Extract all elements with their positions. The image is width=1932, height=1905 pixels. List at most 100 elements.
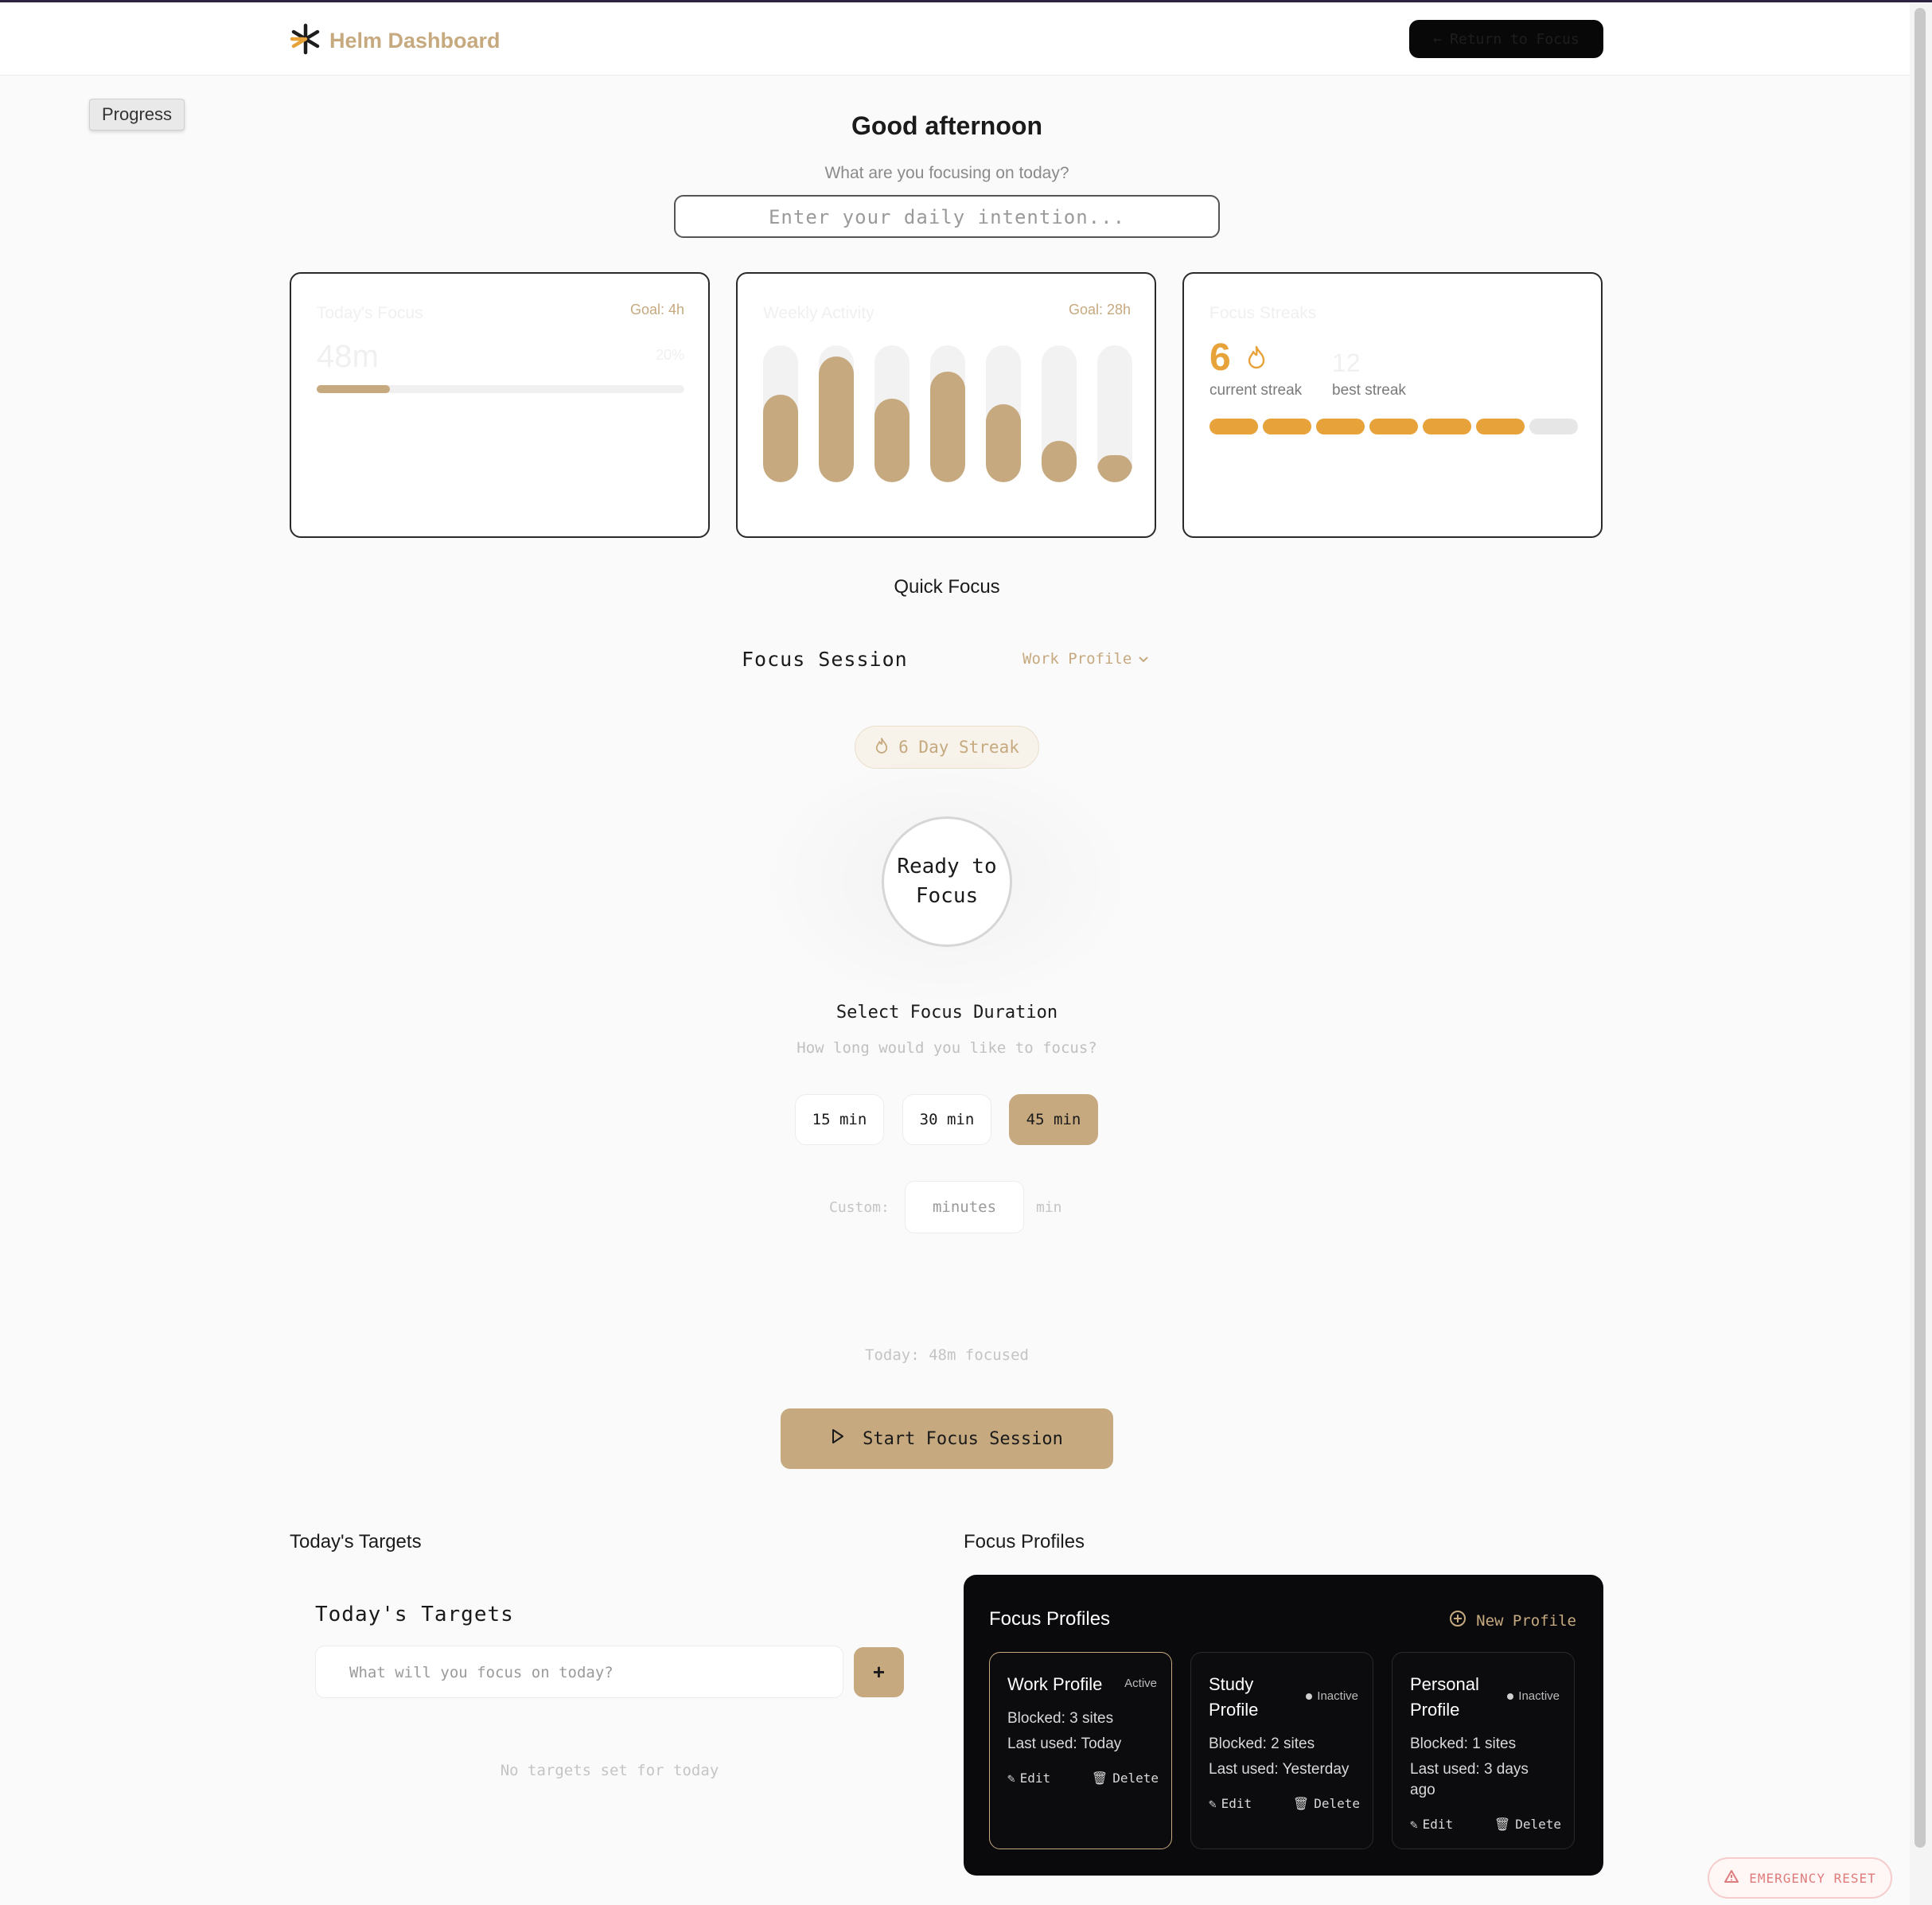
edit-label: Edit <box>1221 1796 1252 1811</box>
streak-days <box>1209 419 1578 434</box>
profile-name: Study Profile <box>1209 1674 1259 1720</box>
profile-status: Active <box>1124 1677 1157 1690</box>
scrollbar-thumb[interactable] <box>1914 8 1926 1848</box>
profile-dropdown[interactable]: Work Profile <box>1022 650 1149 668</box>
delete-label: Delete <box>1515 1817 1561 1832</box>
edit-label: Edit <box>1019 1771 1051 1786</box>
new-profile-button[interactable]: New Profile <box>1449 1610 1576 1631</box>
asterisk-logo-icon <box>290 23 321 59</box>
current-streak-label: current streak <box>1209 382 1303 399</box>
card-title: Focus Streaks <box>1209 304 1317 322</box>
return-label: Return to Focus <box>1450 30 1579 48</box>
card-goal: Goal: 28h <box>1068 302 1131 318</box>
quick-focus-heading: Quick Focus <box>894 576 1000 598</box>
duration-30-button[interactable]: 30 min <box>902 1094 991 1145</box>
duration-45-button[interactable]: 45 min <box>1009 1094 1098 1145</box>
weekly-bar <box>1097 454 1132 482</box>
focus-time-value: 48m <box>317 339 379 374</box>
status-text: Inactive <box>1317 1689 1358 1703</box>
new-profile-label: New Profile <box>1476 1611 1576 1630</box>
status-dot-icon <box>1507 1693 1514 1700</box>
plus-circle-icon <box>1449 1610 1467 1631</box>
weekly-bar-track <box>763 345 798 482</box>
delete-button[interactable]: 🗑 Delete <box>1293 1796 1360 1811</box>
select-duration-title: Select Focus Duration <box>836 1003 1058 1023</box>
profile-name: Personal Profile <box>1410 1674 1479 1720</box>
focus-timer-circle: Ready to Focus <box>882 816 1012 947</box>
streak-day-pill <box>1476 419 1525 434</box>
custom-unit-label: min <box>1036 1199 1062 1216</box>
profiles-panel-title: Focus Profiles <box>989 1608 1111 1630</box>
arrow-left-icon: ← <box>1433 30 1443 48</box>
weekly-activity-card: Weekly Activity Goal: 28h <box>736 272 1156 538</box>
status-text: Active <box>1124 1677 1157 1690</box>
targets-section-heading: Today's Targets <box>290 1531 422 1552</box>
edit-button[interactable]: ✎ Edit <box>1410 1817 1453 1832</box>
focus-percent: 20% <box>655 347 684 363</box>
pencil-icon: ✎ <box>1209 1796 1217 1811</box>
play-icon <box>831 1428 845 1449</box>
duration-15-button[interactable]: 15 min <box>795 1094 884 1145</box>
chevron-down-icon <box>1138 650 1149 668</box>
profile-card-work[interactable]: Work Profile Active Blocked: 3 sites Las… <box>989 1652 1172 1849</box>
weekly-bar-track <box>1042 345 1077 482</box>
profile-status: Inactive <box>1507 1689 1560 1703</box>
edit-button[interactable]: ✎ Edit <box>1209 1796 1252 1811</box>
brand[interactable]: Helm Dashboard <box>290 23 501 59</box>
profile-actions: ✎ Edit 🗑 Delete <box>1007 1771 1159 1786</box>
focus-question: What are you focusing on today? <box>824 164 1069 182</box>
weekly-bar <box>986 403 1021 482</box>
weekly-bar <box>819 356 854 482</box>
weekly-bar-track <box>819 345 854 482</box>
delete-label: Delete <box>1112 1771 1159 1786</box>
best-streak-value: 12 <box>1332 349 1361 377</box>
no-targets-text: No targets set for today <box>500 1762 719 1779</box>
return-to-focus-button[interactable]: ← Return to Focus <box>1409 20 1603 58</box>
weekly-bar <box>1042 441 1077 482</box>
emergency-reset-button[interactable]: EMERGENCY RESET <box>1708 1857 1892 1899</box>
daily-intention-input[interactable]: Enter your daily intention... <box>674 195 1220 238</box>
profile-last-used: Last used: 3 days ago <box>1410 1761 1529 1798</box>
streak-day-pill <box>1209 419 1258 434</box>
today-focused-text: Today: 48m focused <box>865 1346 1029 1364</box>
pencil-icon: ✎ <box>1007 1771 1015 1786</box>
targets-title: Today's Targets <box>315 1603 514 1626</box>
streak-day-pill <box>1529 419 1578 434</box>
card-title: Weekly Activity <box>763 304 874 322</box>
focus-progress-fill <box>317 385 391 393</box>
start-label: Start Focus Session <box>863 1428 1063 1449</box>
card-goal: Goal: 4h <box>629 302 684 318</box>
edit-button[interactable]: ✎ Edit <box>1007 1771 1050 1786</box>
trash-icon: 🗑 <box>1091 1771 1108 1786</box>
profile-card-personal[interactable]: Personal Profile Inactive Blocked: 1 sit… <box>1392 1652 1575 1849</box>
streak-day-pill <box>1423 419 1471 434</box>
profiles-section-heading: Focus Profiles <box>964 1531 1085 1552</box>
weekly-bars <box>763 345 1132 482</box>
profile-last-used: Last used: Today <box>1007 1736 1122 1752</box>
weekly-bar-track <box>930 345 965 482</box>
warning-triangle-icon <box>1724 1869 1739 1887</box>
custom-minutes-input[interactable]: minutes <box>905 1181 1024 1233</box>
profile-blocked: Blocked: 2 sites <box>1209 1736 1315 1752</box>
delete-label: Delete <box>1314 1796 1360 1811</box>
edit-label: Edit <box>1422 1817 1454 1832</box>
start-focus-button[interactable]: Start Focus Session <box>781 1408 1113 1469</box>
emergency-label: EMERGENCY RESET <box>1749 1870 1876 1886</box>
flame-icon <box>1246 345 1267 373</box>
profile-actions: ✎ Edit 🗑 Delete <box>1410 1817 1561 1832</box>
status-dot-icon <box>1306 1693 1313 1700</box>
pencil-icon: ✎ <box>1410 1817 1418 1832</box>
delete-button[interactable]: 🗑 Delete <box>1494 1817 1561 1832</box>
weekly-bar <box>930 371 965 482</box>
status-text: Inactive <box>1518 1689 1560 1703</box>
profile-last-used: Last used: Yesterday <box>1209 1761 1350 1778</box>
add-target-button[interactable]: + <box>854 1647 904 1697</box>
target-input[interactable]: What will you focus on today? <box>315 1646 843 1698</box>
delete-button[interactable]: 🗑 Delete <box>1092 1771 1159 1786</box>
profile-card-study[interactable]: Study Profile Inactive Blocked: 2 sites … <box>1190 1652 1373 1849</box>
trash-icon: 🗑 <box>1494 1817 1511 1832</box>
profile-name: Work Profile <box>1007 1674 1103 1694</box>
weekly-bar-track <box>874 345 910 482</box>
weekly-bar <box>763 394 798 482</box>
today-focus-card: Today's Focus Goal: 4h 48m 20% <box>290 272 710 538</box>
